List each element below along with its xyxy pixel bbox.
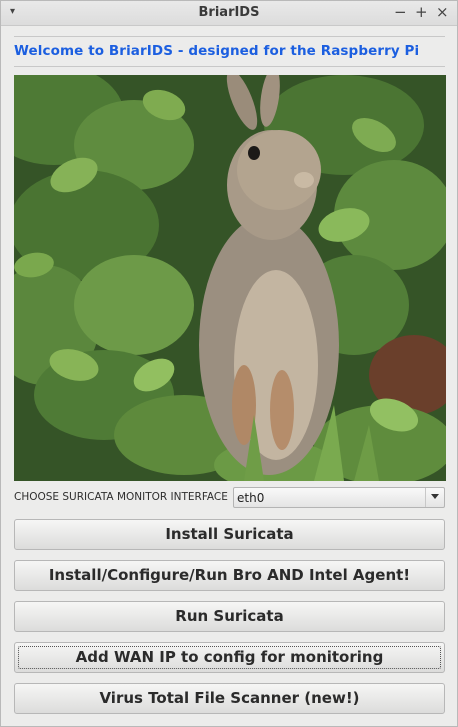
window-title: BriarIDS [198, 5, 260, 20]
welcome-heading: Welcome to BriarIDS - designed for the R… [14, 43, 420, 59]
separator-top [14, 36, 445, 37]
install-suricata-button[interactable]: Install Suricata [14, 519, 445, 550]
interface-selected-value: eth0 [237, 491, 265, 505]
add-wan-ip-button[interactable]: Add WAN IP to config for monitoring [14, 642, 445, 673]
title-bar[interactable]: ▾ BriarIDS − + × [1, 1, 457, 26]
minimize-icon[interactable]: − [394, 3, 407, 21]
maximize-icon[interactable]: + [415, 3, 428, 21]
dropdown-arrow-icon[interactable] [425, 488, 444, 507]
interface-label: CHOOSE SURICATA MONITOR INTERFACE [14, 491, 228, 503]
briarids-window: ▾ BriarIDS − + × Welcome to BriarIDS - d… [0, 0, 458, 727]
interface-select[interactable]: eth0 [233, 487, 445, 508]
run-suricata-button[interactable]: Run Suricata [14, 601, 445, 632]
close-icon[interactable]: × [436, 3, 449, 21]
rabbit-photo [14, 75, 446, 481]
separator-bottom [14, 66, 445, 67]
install-bro-intel-button[interactable]: Install/Configure/Run Bro AND Intel Agen… [14, 560, 445, 591]
virus-total-scanner-button[interactable]: Virus Total File Scanner (new!) [14, 683, 445, 714]
